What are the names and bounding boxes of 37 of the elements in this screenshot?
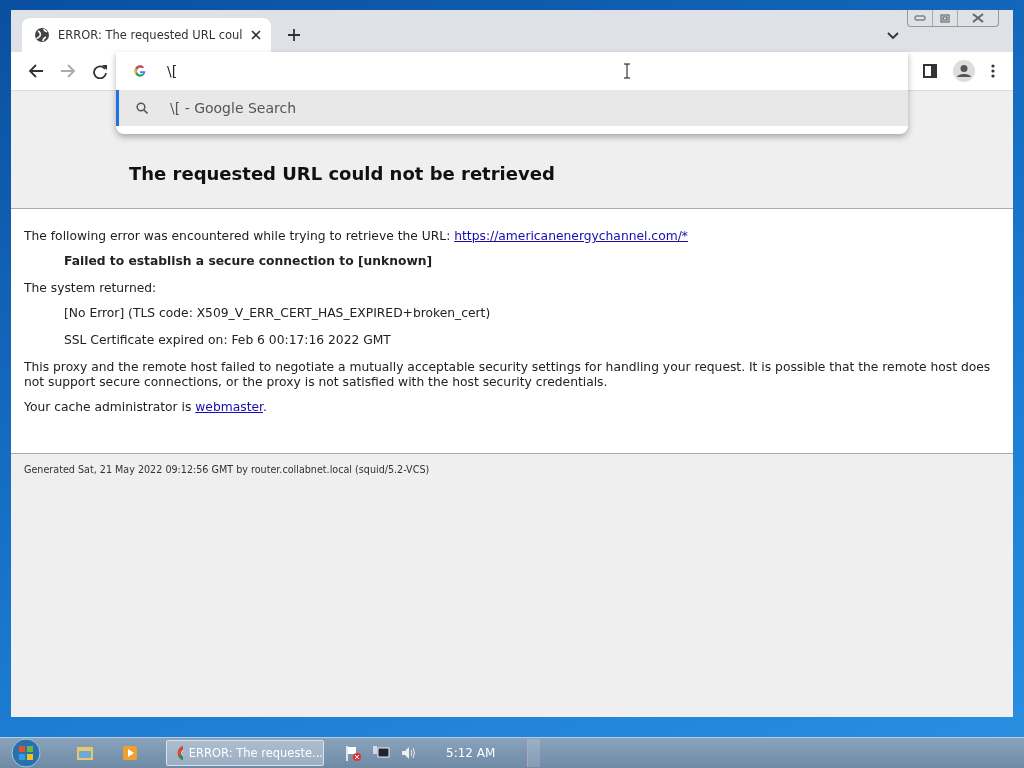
back-icon[interactable]	[28, 63, 44, 79]
message-text: [No Error] (TLS code: X509_V_ERR_CERT_HAS_EXPIRED+broken_cert)	[64, 306, 492, 321]
message-text: SSL Certificate expired on: Feb 6 00:17:16 2022 GMT	[64, 333, 392, 348]
error-title: The requested URL could not be retrieved	[129, 163, 556, 184]
suggestion-item[interactable]: \[ - Google Search	[116, 90, 908, 126]
message-text: The system returned:	[24, 281, 158, 296]
globe-icon	[34, 27, 50, 43]
google-icon	[133, 64, 147, 78]
message-text: The following error was encountered while trying to retrieve the URL: https://americanenergychannel.com/*	[24, 229, 689, 244]
menu-icon[interactable]	[991, 63, 995, 79]
message-text: Your cache administrator is webmaster.	[24, 400, 268, 415]
footer-text: Generated Sat, 21 May 2022 09:12:56 GMT by router.collabnet.local (squid/5.2-VCS)	[23, 463, 431, 477]
clock-text: 5:12 AM	[446, 746, 496, 760]
search-icon	[136, 102, 148, 114]
maximize-icon	[940, 13, 950, 23]
browser-tab[interactable]: ERROR: The requested URL coul	[22, 18, 271, 52]
close-icon	[972, 13, 984, 23]
flag-icon[interactable]	[344, 744, 362, 762]
browser-icon	[177, 745, 183, 761]
text-cursor-icon	[623, 63, 631, 79]
message-text: This proxy and the remote host failed to negotiate a mutually acceptable security settings for handling your request. It is possible that the remote host does not support secure connections, or the proxy is not satisfied with the host security credentials.	[24, 360, 992, 390]
speaker-icon[interactable]	[400, 745, 416, 761]
close-icon[interactable]	[250, 30, 261, 40]
new-tab-icon[interactable]	[286, 28, 301, 42]
link[interactable]: webmaster	[195, 400, 263, 414]
media-player-icon[interactable]	[122, 745, 138, 761]
side-panel-icon[interactable]	[923, 64, 937, 78]
start-button[interactable]	[8, 738, 44, 768]
network-icon[interactable]	[372, 745, 390, 761]
message-text: Failed to establish a secure connection to [unknown]	[64, 254, 434, 269]
suggestion-text: \[ - Google Search	[170, 100, 297, 116]
reload-icon[interactable]	[92, 63, 108, 79]
address-field[interactable]: \[	[165, 62, 869, 80]
minimize-icon	[914, 15, 926, 21]
chevron-down-icon[interactable]	[887, 32, 899, 40]
link[interactable]: https://americanenergychannel.com/*	[454, 229, 688, 243]
profile-icon[interactable]	[953, 60, 975, 82]
